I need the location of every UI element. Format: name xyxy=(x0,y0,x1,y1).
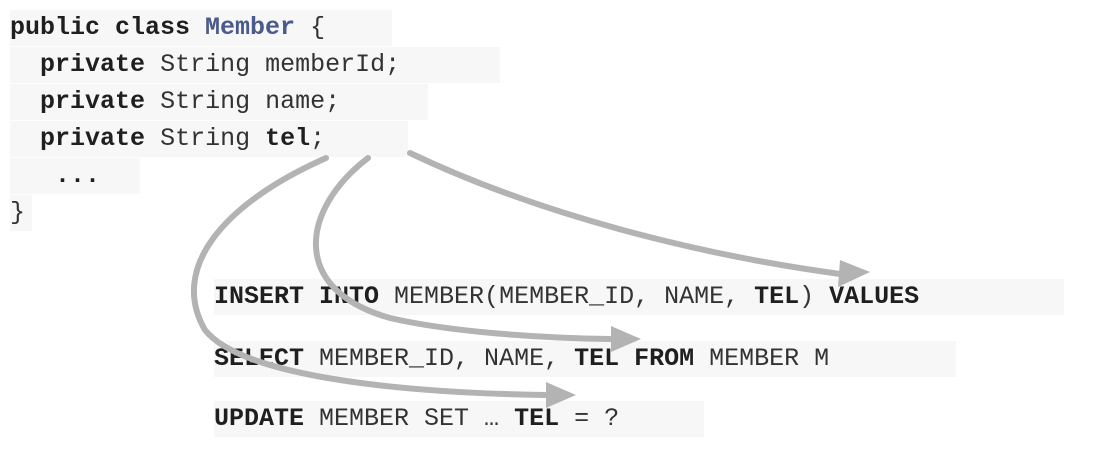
arrowhead-insert xyxy=(838,260,870,287)
mapping-arrows xyxy=(191,150,870,408)
arrow-to-select xyxy=(312,155,613,342)
arrow-to-insert xyxy=(407,150,843,277)
arrow-to-update xyxy=(191,155,548,398)
arrowhead-update xyxy=(546,382,576,408)
arrowhead-select xyxy=(611,326,641,352)
